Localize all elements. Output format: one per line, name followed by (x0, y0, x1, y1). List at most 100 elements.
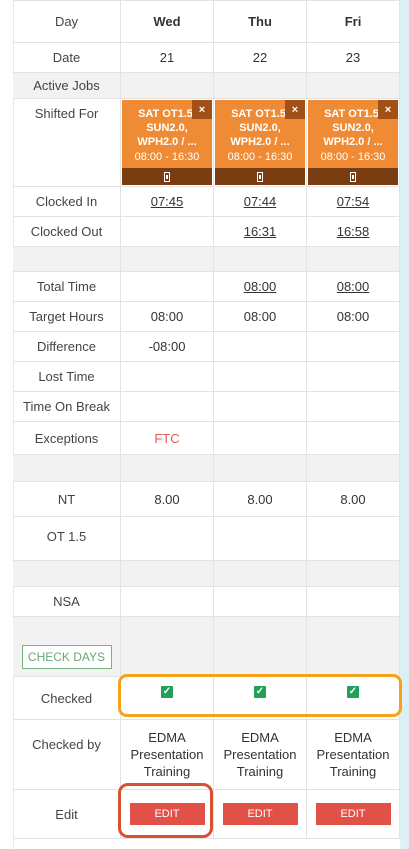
break-thu (214, 392, 307, 421)
nsa-fri (307, 587, 400, 616)
day-label: Day (13, 1, 121, 42)
checked-by-thu: EDMA Presentation Training (223, 730, 297, 779)
total-time-label: Total Time (13, 272, 121, 301)
exceptions-edge (400, 422, 409, 454)
edit-button-thu[interactable]: EDIT (222, 803, 298, 825)
total-time-edge (400, 272, 409, 301)
nsa-row: NSA (13, 587, 409, 617)
clocked-in-wed-link[interactable]: 07:45 (151, 194, 184, 209)
lost-time-edge (400, 362, 409, 391)
lost-time-thu (214, 362, 307, 391)
clocked-in-fri-link[interactable]: 07:54 (337, 194, 370, 209)
shift-time: 08:00 - 16:30 (227, 151, 293, 163)
shift-device-bar (308, 168, 398, 185)
left-edge-strip (0, 0, 14, 849)
edit-button-wed[interactable]: EDIT (129, 803, 205, 825)
checked-label: Checked (13, 677, 121, 719)
checked-by-fri: EDMA Presentation Training (316, 730, 390, 779)
break-wed (121, 392, 214, 421)
shift-device-bar (215, 168, 305, 185)
nt-fri: 8.00 (307, 482, 400, 516)
target-hours-thu: 08:00 (214, 302, 307, 331)
active-jobs-row: Active Jobs (13, 73, 409, 99)
clocked-in-edge (400, 187, 409, 216)
lost-time-row: Lost Time (13, 362, 409, 392)
edit-row: Edit EDIT EDIT EDIT (13, 790, 409, 839)
checked-fri-cell: ✓ (307, 677, 400, 719)
check-days-row: CHECK DAYS (13, 617, 409, 677)
target-hours-label: Target Hours (13, 302, 121, 331)
checked-by-row: Checked by EDMA Presentation Training ED… (13, 720, 409, 790)
difference-row: Difference -08:00 (13, 332, 409, 362)
difference-fri (307, 332, 400, 361)
day-thu: Thu (214, 1, 307, 42)
checked-fri-checkbox[interactable]: ✓ (347, 686, 359, 698)
exceptions-fri (307, 422, 400, 454)
spacer-row-3 (13, 561, 409, 587)
clocked-out-wed (121, 217, 214, 246)
clocked-in-label: Clocked In (13, 187, 121, 216)
nt-label: NT (13, 482, 121, 516)
date-edge (400, 43, 409, 72)
clocked-out-fri-link[interactable]: 16:58 (337, 224, 370, 239)
lost-time-label: Lost Time (13, 362, 121, 391)
close-icon[interactable]: × (378, 100, 398, 119)
total-time-thu-link[interactable]: 08:00 (244, 279, 277, 294)
ot15-row: OT 1.5 (13, 517, 409, 561)
ot15-wed (121, 517, 214, 560)
timesheet-grid: Day Wed Thu Fri Date 21 22 23 Active Job… (13, 0, 409, 849)
total-time-wed (121, 272, 214, 301)
nsa-edge (400, 587, 409, 616)
shifted-for-label: Shifted For (13, 99, 121, 186)
shift-card-cell-thu: × SAT OT1.5, SUN2.0, WPH2.0 / ... 08:00 … (214, 99, 307, 186)
phone-icon (350, 171, 356, 182)
clocked-in-row: Clocked In 07:45 07:44 07:54 (13, 187, 409, 217)
checked-edge (400, 677, 409, 719)
shift-card-cell-fri: × SAT OT1.5, SUN2.0, WPH2.0 / ... 08:00 … (307, 99, 400, 186)
active-jobs-edge (400, 73, 409, 98)
total-time-row: Total Time 08:00 08:00 (13, 272, 409, 302)
clocked-in-thu-link[interactable]: 07:44 (244, 194, 277, 209)
lost-time-fri (307, 362, 400, 391)
checked-thu-cell: ✓ (214, 677, 307, 719)
checked-wed-cell: ✓ (121, 677, 214, 719)
clocked-out-edge (400, 217, 409, 246)
clocked-out-thu-link[interactable]: 16:31 (244, 224, 277, 239)
nt-edge (400, 482, 409, 516)
phone-icon (257, 171, 263, 182)
nsa-wed (121, 587, 214, 616)
date-label: Date (13, 43, 121, 72)
edit-button-fri[interactable]: EDIT (315, 803, 391, 825)
check-days-fri (307, 617, 400, 676)
shift-card-thu[interactable]: × SAT OT1.5, SUN2.0, WPH2.0 / ... 08:00 … (215, 100, 305, 185)
total-time-fri-link[interactable]: 08:00 (337, 279, 370, 294)
difference-wed: -08:00 (121, 332, 214, 361)
date-22: 22 (214, 43, 307, 72)
shift-device-bar (122, 168, 212, 185)
exceptions-thu (214, 422, 307, 454)
edit-label: Edit (13, 790, 121, 838)
ot15-thu (214, 517, 307, 560)
shift-card-fri[interactable]: × SAT OT1.5, SUN2.0, WPH2.0 / ... 08:00 … (308, 100, 398, 185)
exceptions-label: Exceptions (13, 422, 121, 454)
close-icon[interactable]: × (192, 100, 212, 119)
spacer-row-2 (13, 455, 409, 482)
shift-card-wed[interactable]: × SAT OT1.5, SUN2.0, WPH2.0 / ... 08:00 … (122, 100, 212, 185)
check-days-wed (121, 617, 214, 676)
phone-icon (164, 171, 170, 182)
next-day-column-edge (400, 1, 409, 42)
lost-time-wed (121, 362, 214, 391)
timesheet-screen: Day Wed Thu Fri Date 21 22 23 Active Job… (0, 0, 409, 849)
checked-thu-checkbox[interactable]: ✓ (254, 686, 266, 698)
nt-thu: 8.00 (214, 482, 307, 516)
break-fri (307, 392, 400, 421)
date-21: 21 (121, 43, 214, 72)
checked-wed-checkbox[interactable]: ✓ (161, 686, 173, 698)
target-hours-row: Target Hours 08:00 08:00 08:00 (13, 302, 409, 332)
checked-by-label: Checked by (13, 720, 121, 789)
check-days-button[interactable]: CHECK DAYS (21, 645, 112, 669)
date-row: Date 21 22 23 (13, 43, 409, 73)
close-icon[interactable]: × (285, 100, 305, 119)
check-days-thu (214, 617, 307, 676)
checked-by-edge (400, 720, 409, 789)
